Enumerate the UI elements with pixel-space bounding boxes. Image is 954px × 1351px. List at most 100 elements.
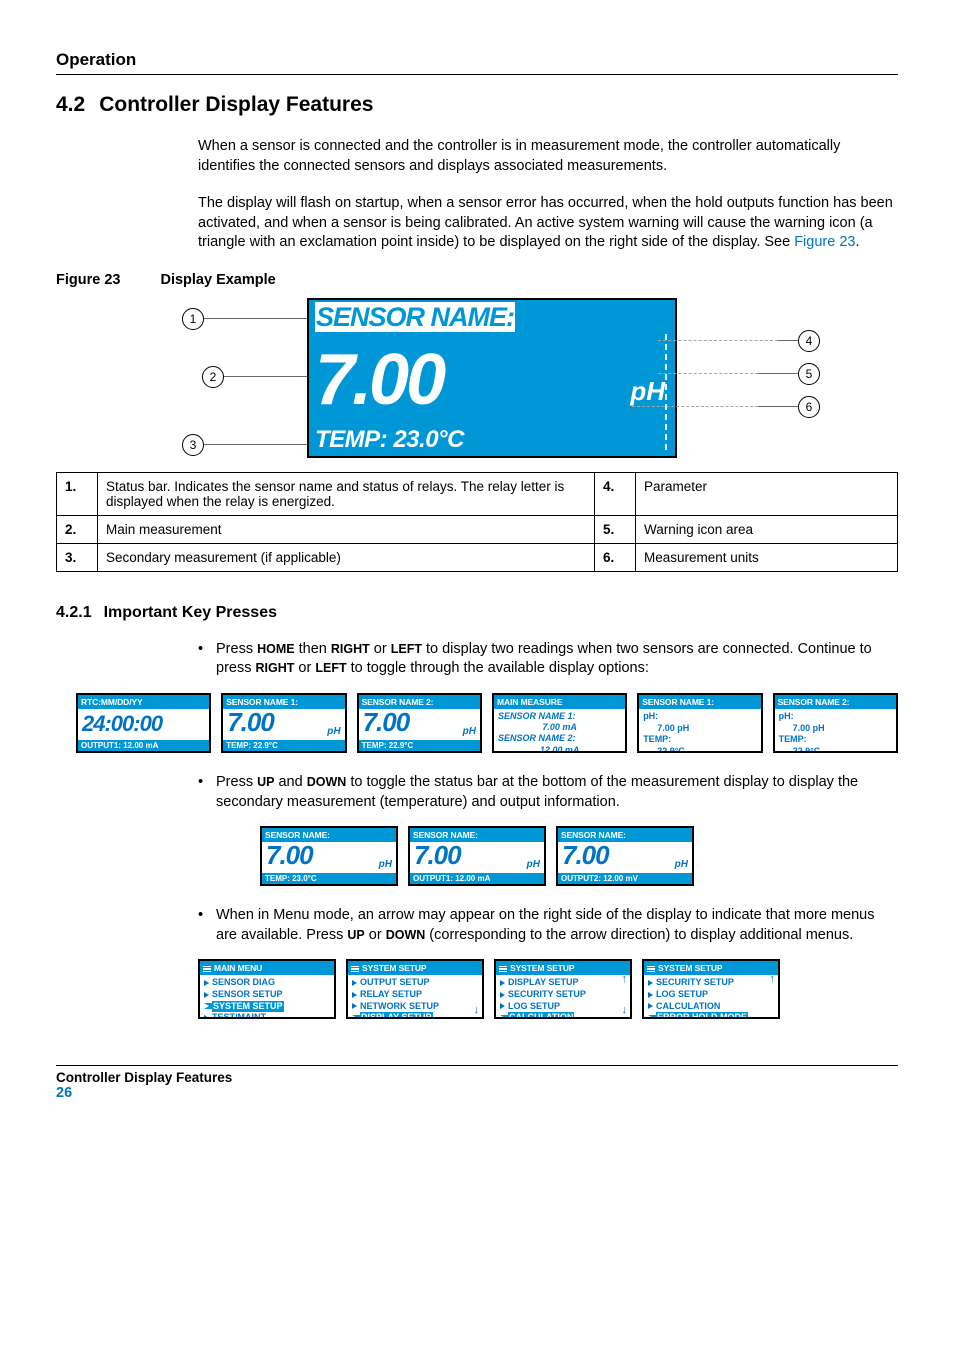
paragraph: When a sensor is connected and the contr… — [198, 137, 898, 176]
divider — [56, 1065, 898, 1066]
bullet-item: • Press HOME then RIGHT or LEFT to displ… — [198, 640, 898, 679]
text: Press — [216, 641, 257, 657]
legend-num: 2. — [57, 515, 98, 543]
display-examples-row-3: MAIN MENU SENSOR DIAG SENSOR SETUP SYSTE… — [198, 959, 898, 1019]
display-output2: SENSOR NAME: 7.00 pH OUTPUT2: 12.00 mV — [556, 826, 694, 886]
figure-reference-link[interactable]: Figure 23 — [794, 234, 855, 250]
heading-title: Important Key Presses — [104, 604, 277, 621]
paragraph: The display will flash on startup, when … — [198, 194, 898, 253]
legend-text: Measurement units — [636, 543, 898, 571]
text: The display will flash on startup, when … — [198, 195, 893, 250]
heading-4-2-1: 4.2.1 Important Key Presses — [56, 604, 898, 622]
legend-text: Status bar. Indicates the sensor name an… — [98, 472, 595, 515]
main-reading: 7.00 — [315, 348, 443, 413]
mini-list: SENSOR NAME 1:7.00 mA SENSOR NAME 2:12.0… — [494, 709, 625, 753]
secondary-bar: TEMP: 23.0°C — [315, 426, 464, 454]
mini-top: RTC:MM/DD/YY — [78, 695, 209, 709]
key-name: LEFT — [315, 661, 346, 675]
arrow-up-icon: ↑ — [622, 973, 628, 985]
heading-number: 4.2.1 — [56, 604, 92, 621]
key-name: DOWN — [307, 775, 347, 789]
mini-bottom: OUTPUT2: 12.00 mV — [558, 873, 692, 884]
callout-circle: 3 — [182, 434, 204, 456]
text: . — [855, 234, 859, 250]
mini-main: 7.00 — [410, 842, 544, 868]
bullet-item: • Press UP and DOWN to toggle the status… — [198, 773, 898, 812]
callout-circle: 4 — [798, 330, 820, 352]
page-number: 26 — [56, 1085, 898, 1101]
display-temp: SENSOR NAME: 7.00 pH TEMP: 23.0°C — [260, 826, 398, 886]
callout-circle: 1 — [182, 308, 204, 330]
text: and — [274, 774, 306, 790]
mini-main: 7.00 — [262, 842, 396, 868]
hamburger-icon — [647, 965, 655, 974]
bullet-item: • When in Menu mode, an arrow may appear… — [198, 906, 898, 945]
callout-4: 4 — [778, 330, 820, 352]
legend-num: 6. — [595, 543, 636, 571]
legend-num: 3. — [57, 543, 98, 571]
key-name: RIGHT — [331, 642, 370, 656]
dashed-leader — [632, 406, 758, 407]
text: then — [295, 641, 331, 657]
mini-bottom: OUTPUT1: 12.00 mA — [410, 873, 544, 884]
display-main-measure: MAIN MEASURE SENSOR NAME 1:7.00 mA SENSO… — [492, 693, 627, 753]
menu-items: OUTPUT SETUP RELAY SETUP NETWORK SETUP D… — [348, 975, 482, 1019]
callout-1: 1 — [182, 308, 307, 330]
divider — [56, 74, 898, 75]
section-header: Operation — [56, 50, 898, 70]
figure-label: Figure 23 — [56, 272, 120, 288]
text: or — [294, 660, 315, 676]
arrow-up-icon: ↑ — [770, 973, 776, 985]
display-sensor-1: SENSOR NAME 1: 7.00 pH TEMP: 22.9°C — [221, 693, 346, 753]
menu-items: SENSOR DIAG SENSOR SETUP SYSTEM SETUP TE… — [200, 975, 334, 1019]
legend-text: Warning icon area — [636, 515, 898, 543]
menu-system-2: SYSTEM SETUP DISPLAY SETUP SECURITY SETU… — [494, 959, 632, 1019]
callout-circle: 2 — [202, 366, 224, 388]
text: (corresponding to the arrow direction) t… — [425, 927, 853, 943]
status-bar: SENSOR NAME: — [309, 300, 675, 333]
arrow-down-icon: ↓ — [474, 1004, 480, 1016]
callout-circle: 5 — [798, 363, 820, 385]
key-name: LEFT — [391, 642, 422, 656]
menu-items: DISPLAY SETUP SECURITY SETUP LOG SETUP C… — [496, 975, 630, 1019]
mini-unit: pH — [327, 726, 340, 737]
legend-num: 5. — [595, 515, 636, 543]
mini-top: SYSTEM SETUP — [496, 961, 630, 975]
key-name: HOME — [257, 642, 295, 656]
callout-6: 6 — [758, 396, 820, 418]
footer-title: Controller Display Features — [56, 1070, 898, 1085]
mini-bottom: TEMP: 22.9°C — [223, 740, 344, 751]
mini-main: 7.00 — [558, 842, 692, 868]
menu-items: SECURITY SETUP LOG SETUP CALCULATION ERR… — [644, 975, 778, 1019]
legend-text: Parameter — [636, 472, 898, 515]
display-sensor-2: SENSOR NAME 2: 7.00 pH TEMP: 22.9°C — [357, 693, 482, 753]
mini-bottom: TEMP: 22.9°C — [359, 740, 480, 751]
arrow-down-icon: ↓ — [622, 1004, 628, 1016]
unit-label: pH — [630, 376, 669, 413]
display-examples-row-1: RTC:MM/DD/YY 24:00:00 OUTPUT1: 12.00 mA … — [76, 693, 898, 753]
menu-system-1: SYSTEM SETUP OUTPUT SETUP RELAY SETUP NE… — [346, 959, 484, 1019]
callout-circle: 6 — [798, 396, 820, 418]
figure-legend-table: 1. Status bar. Indicates the sensor name… — [56, 472, 898, 572]
page-footer: Controller Display Features 26 — [56, 1070, 898, 1101]
mini-unit: pH — [527, 859, 540, 870]
menu-system-3: SYSTEM SETUP SECURITY SETUP LOG SETUP CA… — [642, 959, 780, 1019]
figure-title: Display Example — [160, 272, 275, 288]
menu-main: MAIN MENU SENSOR DIAG SENSOR SETUP SYSTE… — [198, 959, 336, 1019]
mini-bottom: TEMP: 23.0°C — [262, 873, 396, 884]
text: Press — [216, 774, 257, 790]
legend-num: 1. — [57, 472, 98, 515]
display-sensor-2-detail: SENSOR NAME 2: pH:7.00 pH TEMP:22.9°C — [773, 693, 898, 753]
mini-list: pH:7.00 pH TEMP:22.9°C — [775, 709, 896, 753]
mini-top: SENSOR NAME 1: — [639, 695, 760, 709]
text: or — [370, 641, 391, 657]
mini-top: SYSTEM SETUP — [348, 961, 482, 975]
figure-caption: Figure 23 Display Example — [56, 271, 898, 288]
hamburger-icon — [499, 965, 507, 974]
right-pane-divider — [665, 334, 669, 450]
display-rtc: RTC:MM/DD/YY 24:00:00 OUTPUT1: 12.00 mA — [76, 693, 211, 753]
mini-unit: pH — [675, 859, 688, 870]
key-name: UP — [347, 928, 364, 942]
heading-number: 4.2 — [56, 93, 85, 117]
key-name: DOWN — [386, 928, 426, 942]
